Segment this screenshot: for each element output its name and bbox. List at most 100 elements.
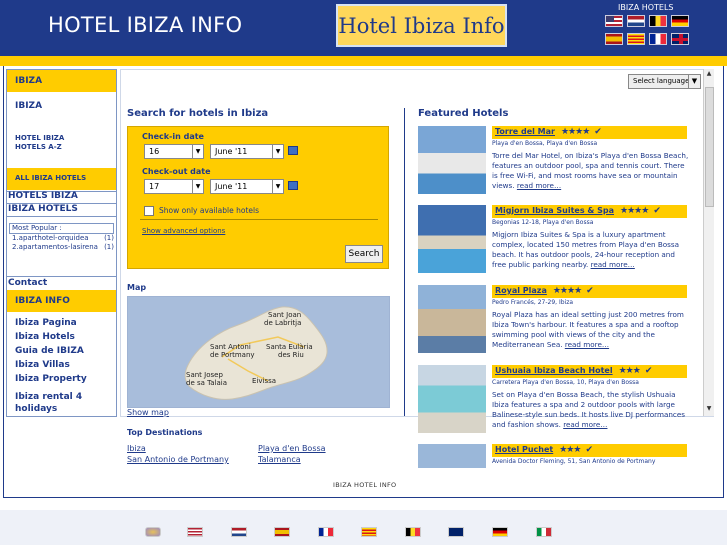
calendar-icon[interactable]: [288, 181, 298, 190]
hotel-name-bar: Migjorn Ibiza Suites & Spa ★★★★ ✔: [492, 205, 687, 218]
read-more-link[interactable]: read more…: [591, 260, 635, 269]
top-destinations-heading: Top Destinations: [127, 428, 203, 437]
hotel-name-link[interactable]: Royal Plaza: [495, 286, 547, 295]
netherlands-flag-icon[interactable]: [231, 527, 247, 537]
hotel-address: Avenida Doctor Fleming, 51, San Antonio …: [492, 458, 656, 465]
popular-item-count: (1): [104, 234, 114, 242]
hotel-name-link[interactable]: Torre del Mar: [495, 127, 555, 136]
page: HOTEL IBIZA INFO Hotel Ibiza Info IBIZA …: [0, 0, 727, 545]
sidebar-section-all-hotels: ALL IBIZA HOTELS: [7, 168, 116, 190]
checkin-label: Check-in date: [142, 132, 204, 141]
read-more-link[interactable]: read more…: [565, 340, 609, 349]
checkout-month-select[interactable]: June '11 ▼: [210, 179, 284, 194]
checkmark-icon: ✔: [586, 286, 594, 296]
checkout-day-select[interactable]: 17 ▼: [144, 179, 204, 194]
hotel-name-bar: Hotel Puchet ★★★ ✔: [492, 444, 687, 457]
site-logo[interactable]: Hotel Ibiza Info: [336, 4, 507, 47]
list-item[interactable]: 2.apartamentos-lasirena (1): [9, 243, 114, 252]
hotel-name-link[interactable]: Ushuaia Ibiza Beach Hotel: [495, 366, 613, 375]
read-more-link[interactable]: read more…: [563, 420, 607, 429]
hotel-photo[interactable]: [418, 365, 486, 433]
calendar-icon[interactable]: [288, 146, 298, 155]
column-divider: [404, 108, 405, 416]
france-flag-icon[interactable]: [649, 33, 667, 45]
sidebar-link-hotel-ibiza[interactable]: HOTEL IBIZA: [15, 134, 64, 142]
sidebar-link-ibiza[interactable]: IBIZA: [15, 101, 42, 111]
germany-flag-icon[interactable]: [492, 527, 508, 537]
catalonia-flag-icon[interactable]: [627, 33, 645, 45]
map-label-sant-antoni: Sant Antoni: [210, 343, 251, 351]
scroll-up-icon[interactable]: ▲: [704, 70, 714, 80]
hotel-photo[interactable]: [418, 444, 486, 468]
search-heading: Search for hotels in Ibiza: [127, 108, 269, 119]
belgium-flag-icon[interactable]: [405, 527, 421, 537]
sidebar-section-ibiza: IBIZA: [7, 70, 116, 92]
germany-flag-icon[interactable]: [671, 15, 689, 27]
sidebar-link-ibiza-hotels-info[interactable]: Ibiza Hotels: [15, 332, 75, 342]
netherlands-flag-icon[interactable]: [627, 15, 645, 27]
content-scrollbar[interactable]: ▲ ▼: [703, 69, 714, 416]
most-popular-heading: Most Popular :: [9, 223, 114, 234]
destination-link[interactable]: Talamanca: [258, 455, 301, 464]
map-view[interactable]: Sant Joan de Labritja Sant Antoni de Por…: [127, 296, 390, 408]
hotel-name-link[interactable]: Hotel Puchet: [495, 445, 553, 454]
usa-flag-icon[interactable]: [187, 527, 203, 537]
italy-flag-icon[interactable]: [536, 527, 552, 537]
star-rating: ★★★★: [620, 206, 649, 216]
read-more-link[interactable]: read more…: [517, 181, 561, 190]
destination-link[interactable]: San Antonio de Portmany: [127, 455, 229, 464]
sidebar-link-hotels-az[interactable]: HOTELS A-Z: [15, 143, 62, 151]
sidebar-link-contact[interactable]: Contact: [8, 278, 47, 288]
map-label-sant-antoni-2: de Portmany: [210, 351, 255, 359]
available-only-checkbox[interactable]: [144, 206, 154, 216]
hotel-photo[interactable]: [418, 205, 486, 273]
hotel-photo[interactable]: [418, 285, 486, 353]
hotel-name-link[interactable]: Migjorn Ibiza Suites & Spa: [495, 206, 614, 215]
search-form: Check-in date 16 ▼ June '11 ▼ Check-out da…: [127, 126, 389, 269]
language-select-label: Select language: [633, 77, 690, 85]
star-rating: ★★★: [618, 366, 641, 376]
map-label-sant-josep-2: de sa Talaia: [186, 379, 227, 387]
hotels-label: IBIZA HOTELS: [618, 3, 674, 12]
checkmark-icon: ✔: [653, 206, 661, 216]
belgium-flag-icon[interactable]: [649, 15, 667, 27]
show-map-link[interactable]: Show map: [127, 408, 169, 417]
sidebar-link-ibiza-villas[interactable]: Ibiza Villas: [15, 360, 70, 370]
advanced-options-link[interactable]: Show advanced options: [142, 227, 225, 235]
france-flag-icon[interactable]: [318, 527, 334, 537]
usa-flag-icon[interactable]: [605, 15, 623, 27]
catalonia-flag-icon[interactable]: [361, 527, 377, 537]
site-title: HOTEL IBIZA INFO: [48, 13, 243, 37]
language-select[interactable]: Select language ▼: [628, 74, 701, 89]
ibiza-emblem-icon[interactable]: [145, 527, 161, 537]
hotel-description: Royal Plaza has an ideal setting just 20…: [492, 310, 690, 350]
scrollbar-thumb[interactable]: [705, 87, 714, 207]
checkout-label: Check-out date: [142, 167, 211, 176]
search-button[interactable]: Search: [345, 245, 383, 263]
hotel-address: Pedro Francés, 27-29, Ibiza: [492, 299, 574, 306]
spain-flag-icon[interactable]: [605, 33, 623, 45]
spain-flag-icon[interactable]: [274, 527, 290, 537]
sidebar-link-ibiza-property[interactable]: Ibiza Property: [15, 374, 87, 384]
language-flags-row-2: [605, 33, 689, 45]
sidebar-link-guia-ibiza[interactable]: Guia de IBIZA: [15, 346, 84, 356]
chevron-down-icon: ▼: [272, 145, 283, 158]
popular-item-count: (1): [104, 243, 114, 251]
uk-flag-icon[interactable]: [671, 33, 689, 45]
sidebar-link-ibiza-pagina[interactable]: Ibiza Pagina: [15, 318, 77, 328]
sidebar-link-ibiza-hotels[interactable]: IBIZA HOTELS: [8, 204, 78, 214]
scroll-down-icon[interactable]: ▼: [704, 405, 714, 415]
list-item[interactable]: 1.aparthotel-orquidea (1): [9, 234, 114, 243]
sidebar-link-hotels-ibiza[interactable]: HOTELS IBIZA: [8, 191, 78, 201]
featured-hotels-heading: Featured Hotels: [418, 108, 509, 119]
hotel-photo[interactable]: [418, 126, 486, 194]
destination-link[interactable]: Playa d'en Bossa: [258, 444, 326, 453]
checkin-month-select[interactable]: June '11 ▼: [210, 144, 284, 159]
chevron-down-icon: ▼: [272, 180, 283, 193]
destination-link[interactable]: Ibiza: [127, 444, 146, 453]
chevron-down-icon: ▼: [192, 180, 203, 193]
sidebar-link-ibiza-rental[interactable]: Ibiza rental 4 holidays: [15, 391, 105, 415]
star-rating: ★★★: [559, 445, 581, 455]
checkin-day-select[interactable]: 16 ▼: [144, 144, 204, 159]
uk-flag-icon[interactable]: [448, 527, 464, 537]
